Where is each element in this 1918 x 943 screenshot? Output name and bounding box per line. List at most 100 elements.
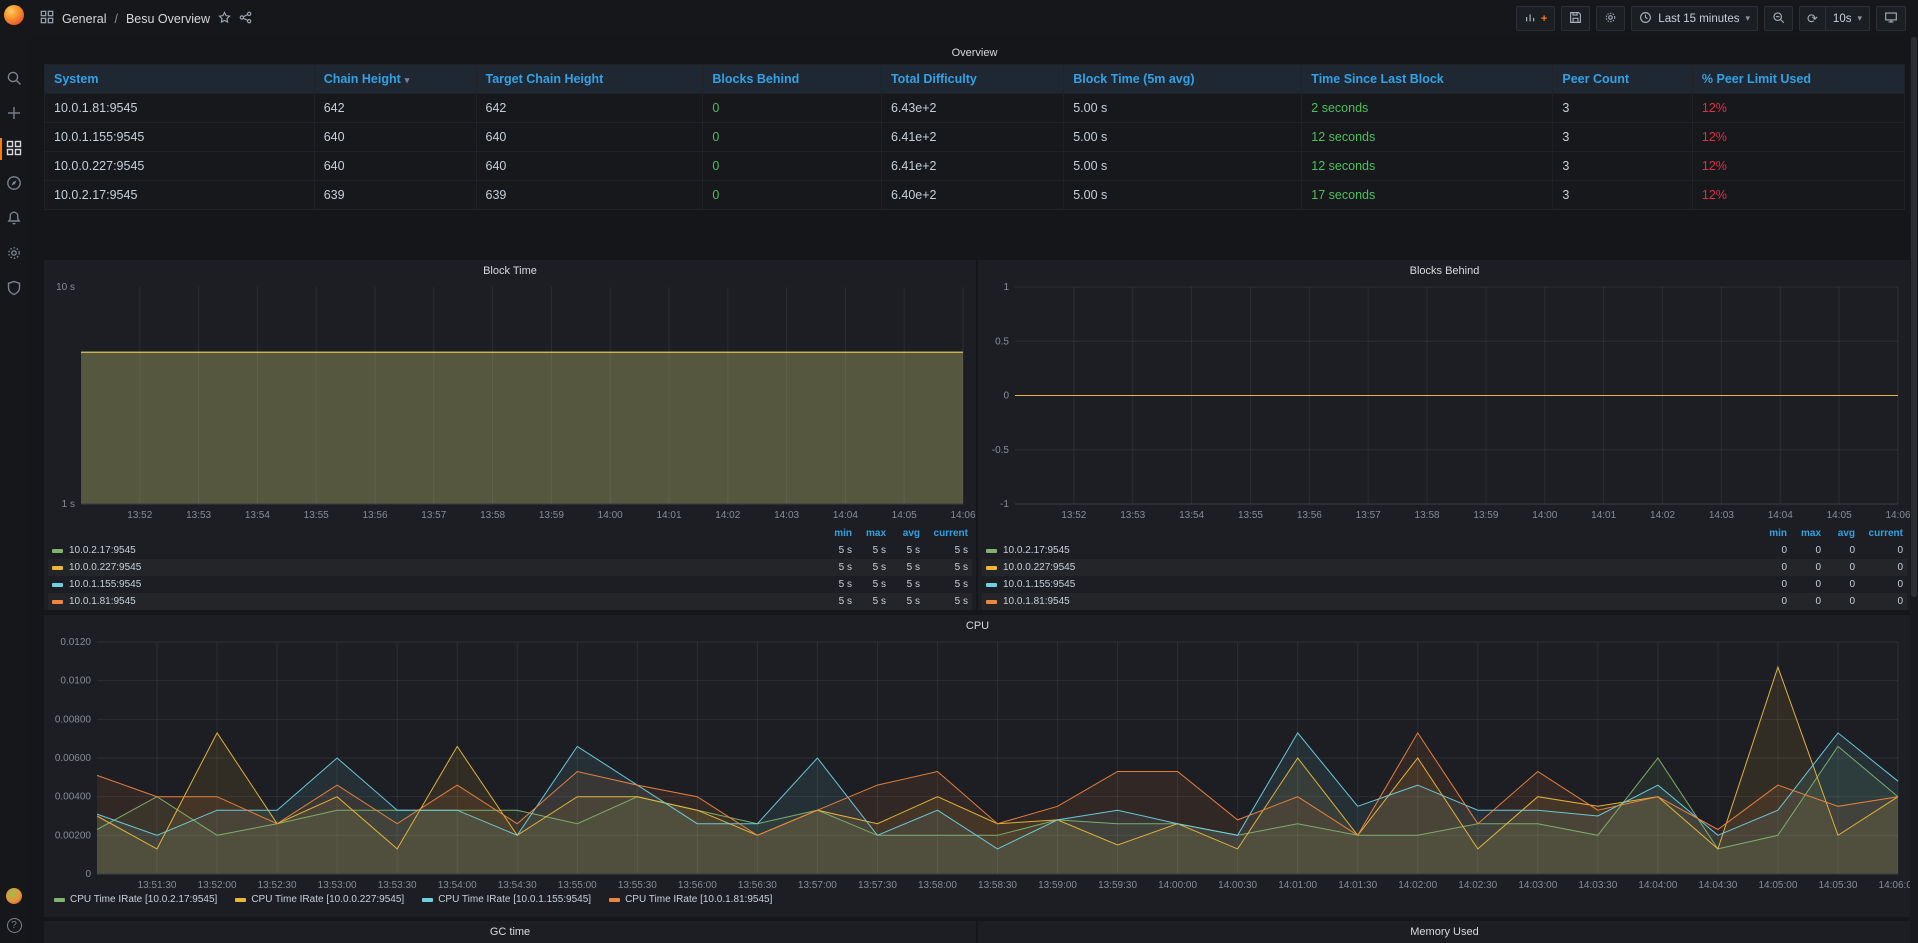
legend-series-name[interactable]: 10.0.1.155:9545 <box>52 579 818 590</box>
legend-col-current[interactable]: current <box>920 528 968 539</box>
column-header-peer-count[interactable]: Peer Count <box>1553 65 1693 94</box>
blocks-behind-chart[interactable]: 10.50-0.5-113:5213:5313:5413:5513:5613:5… <box>978 282 1911 522</box>
shield-icon <box>6 280 22 299</box>
table-cell: 12% <box>1692 94 1904 123</box>
legend-col-avg[interactable]: avg <box>1821 528 1855 539</box>
legend-series-name[interactable]: 10.0.2.17:9545 <box>52 545 818 556</box>
table-cell: 10.0.1.155:9545 <box>45 123 315 152</box>
star-icon[interactable] <box>218 11 231 27</box>
panel-title-overview[interactable]: Overview <box>44 42 1905 64</box>
column-header-time-since-last-block[interactable]: Time Since Last Block <box>1302 65 1553 94</box>
legend-series-name[interactable]: 10.0.1.81:9545 <box>52 596 818 607</box>
sidebar-item-create[interactable] <box>0 105 28 123</box>
sidebar-item-server-admin[interactable] <box>0 280 28 298</box>
share-icon[interactable] <box>239 11 252 27</box>
table-cell: 12 seconds <box>1302 152 1553 181</box>
svg-text:0.00800: 0.00800 <box>55 714 92 725</box>
legend-value: 0 <box>1821 562 1855 573</box>
legend-value: 5 s <box>920 596 968 607</box>
legend-item[interactable]: CPU Time IRate [10.0.1.155:9545] <box>422 894 591 905</box>
panel-title-cpu[interactable]: CPU <box>44 615 1911 637</box>
sidebar-item-explore[interactable] <box>0 175 28 193</box>
column-header--peer-limit-used[interactable]: % Peer Limit Used <box>1692 65 1904 94</box>
panel-title-block-time[interactable]: Block Time <box>44 260 976 282</box>
panel-title-memory-used[interactable]: Memory Used <box>978 921 1911 943</box>
column-header-chain-height[interactable]: Chain Height▾ <box>314 65 476 94</box>
column-header-target-chain-height[interactable]: Target Chain Height <box>476 65 703 94</box>
svg-text:13:55:00: 13:55:00 <box>558 880 597 891</box>
series-swatch-icon <box>986 549 997 553</box>
legend-series-name[interactable]: 10.0.1.155:9545 <box>986 579 1753 590</box>
table-cell: 3 <box>1553 152 1693 181</box>
legend-value: 0 <box>1855 596 1903 607</box>
svg-text:0.0100: 0.0100 <box>60 676 91 687</box>
table-row: 10.0.2.17:954563963906.40e+25.00 s17 sec… <box>45 181 1905 210</box>
refresh-button[interactable]: ⟳ <box>1799 6 1826 31</box>
breadcrumb-separator: / <box>114 12 117 26</box>
legend-item[interactable]: CPU Time IRate [10.0.0.227:9545] <box>235 894 404 905</box>
scrollbar-thumb[interactable] <box>1911 37 1917 597</box>
series-swatch-icon <box>52 549 63 553</box>
user-avatar[interactable] <box>6 888 22 904</box>
help-icon[interactable]: ? <box>7 918 22 933</box>
column-header-block-time-5m-avg-[interactable]: Block Time (5m avg) <box>1064 65 1302 94</box>
legend-series-name[interactable]: 10.0.0.227:9545 <box>986 562 1753 573</box>
svg-text:14:02: 14:02 <box>715 510 740 521</box>
save-dashboard-button[interactable] <box>1561 6 1590 31</box>
legend-col-min[interactable]: min <box>818 528 852 539</box>
refresh-interval-picker[interactable]: 10s ▾ <box>1826 6 1870 31</box>
panel-title-blocks-behind[interactable]: Blocks Behind <box>978 260 1911 282</box>
block-time-chart[interactable]: 10 s1 s13:5213:5313:5413:5513:5613:5713:… <box>44 282 976 522</box>
legend-value: 0 <box>1787 596 1821 607</box>
sidebar-item-alerting[interactable] <box>0 210 28 228</box>
add-panel-button[interactable]: + <box>1516 6 1555 31</box>
legend-item[interactable]: CPU Time IRate [10.0.2.17:9545] <box>54 894 217 905</box>
legend-col-min[interactable]: min <box>1753 528 1787 539</box>
legend-value: 0 <box>1753 579 1787 590</box>
table-cell: 10.0.1.81:9545 <box>45 94 315 123</box>
svg-text:1: 1 <box>1003 282 1009 293</box>
table-cell: 642 <box>314 94 476 123</box>
legend-row: 10.0.0.227:95455 s5 s5 s5 s <box>48 559 972 576</box>
legend-row: 10.0.1.155:95455 s5 s5 s5 s <box>48 576 972 593</box>
cpu-chart[interactable]: 0.01200.01000.008000.006000.004000.00200… <box>44 637 1911 892</box>
table-cell: 5.00 s <box>1064 152 1302 181</box>
legend-value: 5 s <box>852 579 886 590</box>
legend-series-name[interactable]: 10.0.0.227:9545 <box>52 562 818 573</box>
sidebar-item-configuration[interactable] <box>0 245 28 263</box>
legend-col-avg[interactable]: avg <box>886 528 920 539</box>
panel-title-gc-time[interactable]: GC time <box>44 921 976 943</box>
svg-text:13:53:30: 13:53:30 <box>378 880 417 891</box>
svg-text:13:57:00: 13:57:00 <box>798 880 837 891</box>
blocks-behind-svg: 10.50-0.5-113:5213:5313:5413:5513:5613:5… <box>978 282 1911 522</box>
sidebar-item-dashboards[interactable] <box>0 140 28 158</box>
legend-col-max[interactable]: max <box>852 528 886 539</box>
svg-text:13:54:30: 13:54:30 <box>498 880 537 891</box>
table-header-row: SystemChain Height▾Target Chain HeightBl… <box>45 65 1905 94</box>
legend-series-name[interactable]: 10.0.1.81:9545 <box>986 596 1753 607</box>
column-header-total-difficulty[interactable]: Total Difficulty <box>881 65 1063 94</box>
legend-col-current[interactable]: current <box>1855 528 1903 539</box>
legend-item[interactable]: CPU Time IRate [10.0.1.81:9545] <box>609 894 772 905</box>
dashboard-settings-button[interactable] <box>1596 6 1625 31</box>
panel-memory-used: Memory Used <box>978 921 1911 943</box>
legend-value: 5 s <box>818 579 852 590</box>
table-cell: 6.43e+2 <box>881 94 1063 123</box>
kiosk-mode-button[interactable] <box>1876 6 1906 31</box>
column-header-system[interactable]: System <box>45 65 315 94</box>
series-swatch-icon <box>986 566 997 570</box>
svg-text:14:00:00: 14:00:00 <box>1158 880 1197 891</box>
breadcrumb-folder[interactable]: General <box>62 12 106 26</box>
legend-series-name[interactable]: 10.0.2.17:9545 <box>986 545 1753 556</box>
svg-text:14:01:30: 14:01:30 <box>1338 880 1377 891</box>
zoom-out-button[interactable] <box>1764 6 1793 31</box>
legend-col-max[interactable]: max <box>1787 528 1821 539</box>
panel-cpu: CPU 0.01200.01000.008000.006000.004000.0… <box>44 615 1911 917</box>
page-title[interactable]: Besu Overview <box>126 12 210 26</box>
grafana-logo[interactable] <box>0 0 28 30</box>
sidebar-item-search[interactable] <box>0 70 28 88</box>
page-scrollbar[interactable] <box>1910 37 1918 943</box>
column-header-blocks-behind[interactable]: Blocks Behind <box>703 65 882 94</box>
series-swatch-icon <box>52 600 63 604</box>
time-range-picker[interactable]: Last 15 minutes ▾ <box>1631 6 1758 31</box>
